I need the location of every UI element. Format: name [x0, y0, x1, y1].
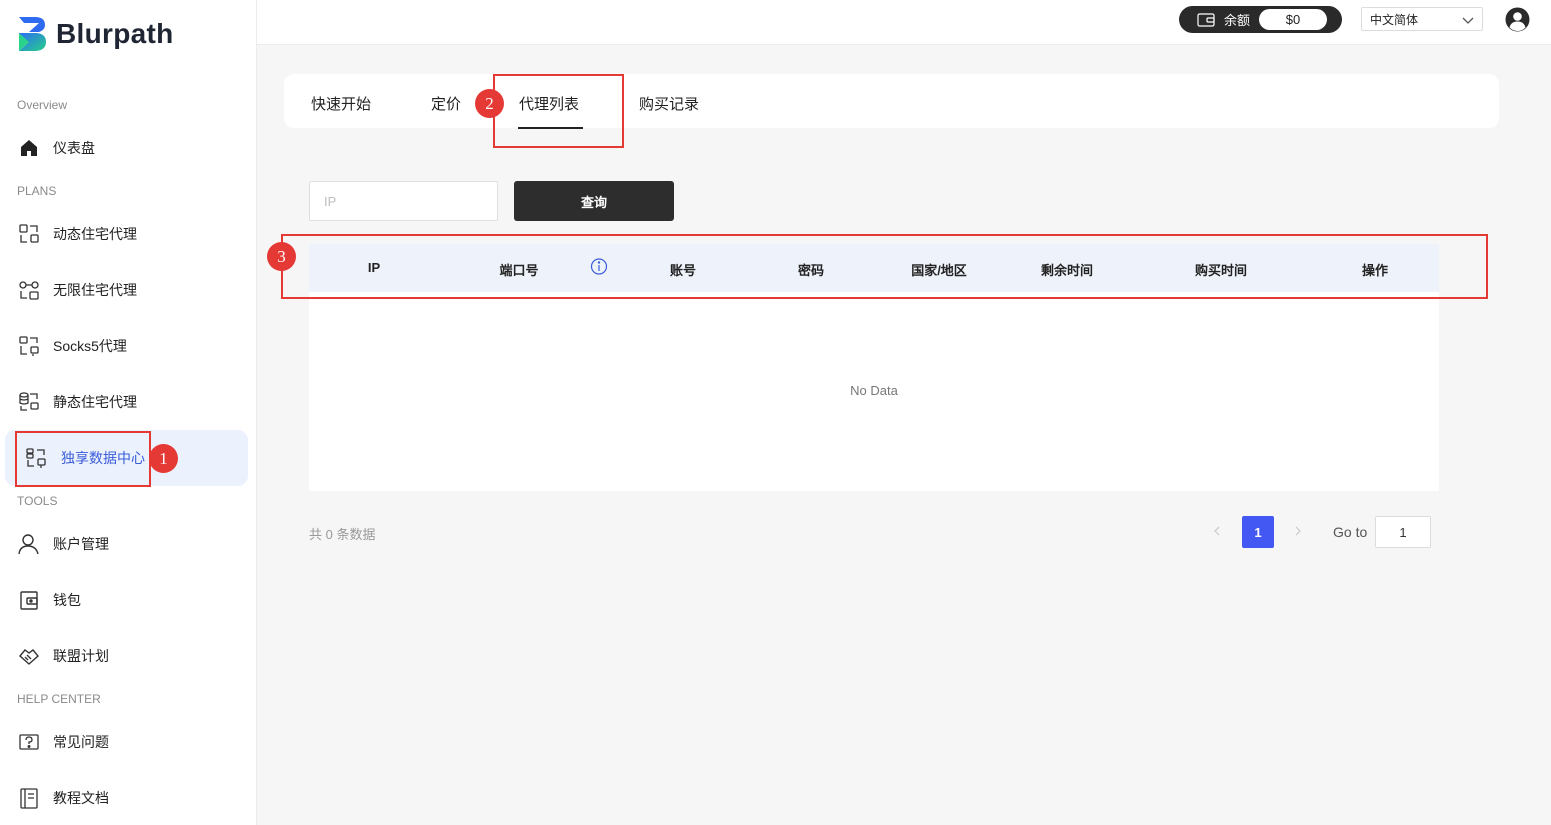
blurpath-logo-icon [19, 17, 46, 51]
column-header-account: 账号 [669, 263, 697, 278]
unlimited-proxy-icon [18, 279, 40, 301]
page-number-current[interactable]: 1 [1242, 516, 1274, 548]
sidebar-item-label: 账户管理 [53, 536, 109, 552]
user-icon [18, 533, 40, 555]
wallet-icon [18, 589, 40, 611]
section-plans: PLANS [17, 184, 57, 198]
sidebar-item-label: 静态住宅代理 [53, 394, 137, 410]
sidebar-item-docs[interactable]: 教程文档 [8, 772, 248, 824]
language-value: 中文简体 [1370, 12, 1419, 27]
sidebar-item-label: 钱包 [53, 592, 81, 608]
section-tools: TOOLS [17, 494, 58, 508]
avatar-icon[interactable] [1505, 7, 1530, 32]
brand-logo[interactable]: Blurpath [17, 16, 174, 52]
balance-label: 余额 [1224, 13, 1251, 28]
column-header-port: 端口号 [499, 263, 539, 278]
balance-pill[interactable]: 余额 $0 [1179, 6, 1342, 33]
tab-pricing[interactable]: 定价 [431, 93, 461, 114]
annotation-badge-3: 3 [267, 242, 296, 271]
sidebar-item-faq[interactable]: 常见问题 [8, 716, 248, 768]
active-tab-indicator [518, 127, 583, 129]
home-icon [18, 137, 40, 159]
ip-search-input[interactable] [309, 181, 498, 221]
sidebar-item-label: 教程文档 [53, 790, 109, 806]
sidebar-item-label: Socks5代理 [53, 338, 127, 354]
sidebar-item-wallet[interactable]: 钱包 [8, 574, 248, 626]
sidebar-item-dedicated-datacenter[interactable]: 独享数据中心 [5, 430, 248, 486]
tab-proxy-list[interactable]: 代理列表 [519, 93, 579, 114]
sidebar-item-affiliate[interactable]: 联盟计划 [8, 630, 248, 682]
wallet-icon [1197, 12, 1215, 27]
total-count: 共 0 条数据 [309, 527, 376, 542]
column-header-ip: IP [367, 260, 381, 275]
static-proxy-icon [18, 391, 40, 413]
language-select[interactable]: 中文简体 [1361, 7, 1483, 31]
sidebar-item-label: 动态住宅代理 [53, 226, 137, 242]
query-button[interactable]: 查询 [514, 181, 674, 221]
sidebar-item-account[interactable]: 账户管理 [8, 518, 248, 570]
balance-amount: $0 [1259, 9, 1328, 30]
column-header-country: 国家/地区 [911, 263, 967, 278]
sidebar-item-label: 常见问题 [53, 734, 109, 750]
column-header-remaining-time: 剩余时间 [1040, 263, 1094, 278]
handshake-icon [18, 645, 40, 667]
goto-page-input[interactable] [1375, 516, 1431, 548]
chevron-left-icon [1214, 526, 1220, 536]
sidebar-item-label: 联盟计划 [53, 648, 109, 664]
column-header-purchase-time: 购买时间 [1194, 263, 1248, 278]
table-body: No Data [309, 292, 1439, 491]
annotation-badge-2: 2 [475, 89, 504, 118]
sidebar-item-unlimited-residential[interactable]: 无限住宅代理 [8, 264, 248, 316]
annotation-badge-1: 1 [149, 444, 178, 473]
table-header: IP 端口号 账号 密码 国家/地区 剩余时间 购买时间 操作 [309, 244, 1439, 292]
sidebar-item-static-residential[interactable]: 静态住宅代理 [8, 376, 248, 428]
tab-bar: 快速开始 定价 代理列表 购买记录 [284, 74, 1499, 129]
next-page-button[interactable] [1288, 520, 1308, 542]
sidebar-item-rotating-residential[interactable]: 动态住宅代理 [8, 208, 248, 260]
column-header-password: 密码 [797, 263, 825, 278]
datacenter-icon [25, 447, 47, 469]
info-icon[interactable] [590, 258, 608, 275]
sidebar-item-label: 无限住宅代理 [53, 282, 137, 298]
sidebar-item-socks5[interactable]: Socks5代理 [8, 320, 248, 372]
tab-quick-start[interactable]: 快速开始 [311, 93, 371, 114]
goto-label: Go to [1333, 524, 1368, 540]
prev-page-button[interactable] [1207, 520, 1227, 542]
top-header: 余额 $0 中文简体 [257, 0, 1551, 45]
section-overview: Overview [17, 98, 68, 112]
docs-icon [18, 787, 40, 809]
chevron-right-icon [1295, 526, 1301, 536]
sidebar: Blurpath Overview 仪表盘 PLANS 动态住宅代理 无限住宅代… [0, 0, 257, 825]
column-header-actions: 操作 [1361, 263, 1389, 278]
brand-name: Blurpath [56, 18, 174, 49]
rotating-proxy-icon [18, 223, 40, 245]
sidebar-item-dashboard[interactable]: 仪表盘 [8, 122, 248, 174]
empty-state-text: No Data [850, 383, 898, 398]
tab-purchase-history[interactable]: 购买记录 [639, 93, 699, 114]
socks5-icon [18, 335, 40, 357]
section-help-center: HELP CENTER [17, 692, 101, 706]
chevron-down-icon [1462, 17, 1474, 24]
sidebar-item-label: 仪表盘 [53, 140, 95, 156]
faq-icon [18, 731, 40, 753]
sidebar-item-label: 独享数据中心 [61, 450, 145, 466]
